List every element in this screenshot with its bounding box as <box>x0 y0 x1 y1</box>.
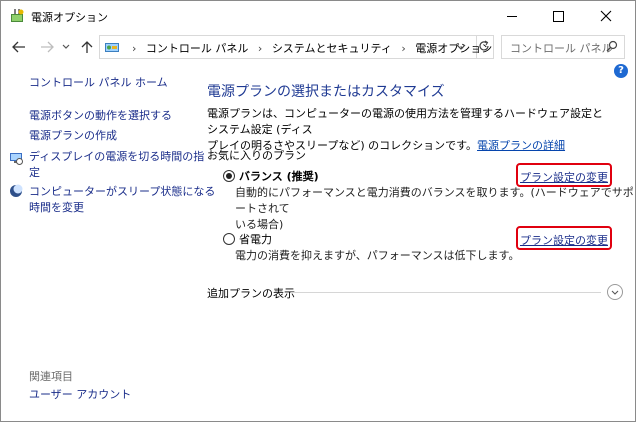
plan-power-saver-description: 電力の消費を抑えますが、パフォーマンスは低下します。 <box>235 248 519 264</box>
power-options-window: 電源オプション › コントロール パネル › システムとセキュリティ › 電源オ… <box>0 0 636 422</box>
plan-balanced-desc-line1: 自動的にパフォーマンスと電力消費のバランスを取ります。(ハードウェアでサポートさ… <box>235 186 634 215</box>
favorite-plans-label: お気に入りのプラン <box>207 149 306 162</box>
plan-balanced-name[interactable]: バランス (推奨) <box>239 168 319 184</box>
refresh-button[interactable] <box>475 35 494 59</box>
plan-power-saver-desc-line1: 電力の消費を抑えますが、パフォーマンスは低下します。 <box>235 249 520 262</box>
forward-arrow-icon[interactable] <box>39 39 55 55</box>
refresh-icon <box>479 40 489 51</box>
chevron-down-icon <box>611 290 619 295</box>
help-icon[interactable]: ? <box>614 64 628 78</box>
minimize-button[interactable] <box>489 1 535 31</box>
search-placeholder: コントロール パネル <box>510 42 613 55</box>
plan-power-saver-change-settings-button[interactable]: プラン設定の変更 <box>516 226 612 250</box>
address-dropdown-icon[interactable] <box>456 42 466 52</box>
power-plan-details-link[interactable]: 電源プランの詳細 <box>477 139 565 152</box>
close-button[interactable] <box>583 1 629 31</box>
plan-balanced-change-settings-link[interactable]: プラン設定の変更 <box>518 169 610 185</box>
create-power-plan-link[interactable]: 電源プランの作成 <box>29 128 117 144</box>
description-line1: 電源プランは、コンピューターの電源の使用方法を管理するハードウェア設定とシステム… <box>207 107 603 136</box>
page-title: 電源プランの選択またはカスタマイズ <box>207 84 445 100</box>
choose-power-button-link[interactable]: 電源ボタンの動作を選択する <box>29 108 172 124</box>
display-off-time-link[interactable]: ディスプレイの電源を切る時間の指 定 <box>29 149 204 181</box>
expand-additional-plans-button[interactable] <box>607 284 623 300</box>
breadcrumb-separator-icon: › <box>257 42 263 55</box>
sleep-time-link[interactable]: コンピューターがスリープ状態になる 時間を変更 <box>29 184 215 216</box>
control-panel-home-link[interactable]: コントロール パネル ホーム <box>29 75 168 91</box>
breadcrumb-separator-icon: › <box>132 42 137 55</box>
plan-balanced-change-settings-button[interactable]: プラン設定の変更 <box>516 163 612 187</box>
power-options-icon <box>11 9 24 22</box>
title-bar: 電源オプション <box>1 1 635 31</box>
minimize-icon <box>507 16 517 17</box>
recent-locations-chevron-icon[interactable] <box>61 39 71 55</box>
up-arrow-icon[interactable] <box>79 39 95 55</box>
sleep-time-line1: コンピューターがスリープ状態になる <box>29 185 216 198</box>
breadcrumb: › コントロール パネル › システムとセキュリティ › 電源オプション <box>126 40 492 56</box>
maximize-button[interactable] <box>535 1 581 31</box>
plan-power-saver-change-settings-link[interactable]: プラン設定の変更 <box>518 232 610 248</box>
display-off-time-line2: 定 <box>29 166 40 179</box>
plan-power-saver-radio[interactable] <box>223 233 235 245</box>
back-arrow-icon[interactable] <box>11 39 27 55</box>
sleep-time-line2: 時間を変更 <box>29 201 84 214</box>
plan-balanced-radio[interactable] <box>223 170 235 182</box>
window-title: 電源オプション <box>31 11 108 24</box>
control-panel-icon <box>105 43 119 52</box>
navigation-bar: › コントロール パネル › システムとセキュリティ › 電源オプション コント… <box>1 31 635 61</box>
breadcrumb-control-panel[interactable]: コントロール パネル <box>146 42 249 55</box>
sleep-moon-icon <box>10 184 23 197</box>
display-off-time-line1: ディスプレイの電源を切る時間の指 <box>29 150 205 163</box>
address-bar[interactable]: › コントロール パネル › システムとセキュリティ › 電源オプション <box>99 35 492 59</box>
related-items-header: 関連項目 <box>29 370 73 383</box>
search-icon[interactable] <box>606 40 618 52</box>
show-additional-plans-label[interactable]: 追加プランの表示 <box>207 285 295 301</box>
breadcrumb-separator-icon: › <box>401 42 406 55</box>
search-box[interactable]: コントロール パネル <box>501 35 625 59</box>
breadcrumb-system-security[interactable]: システムとセキュリティ <box>272 42 392 55</box>
plan-power-saver-name[interactable]: 省電力 <box>239 231 272 247</box>
close-icon <box>600 10 612 22</box>
user-accounts-link[interactable]: ユーザー アカウント <box>29 387 131 403</box>
maximize-icon <box>553 11 564 22</box>
display-schedule-icon <box>10 153 23 165</box>
section-divider <box>291 292 601 293</box>
